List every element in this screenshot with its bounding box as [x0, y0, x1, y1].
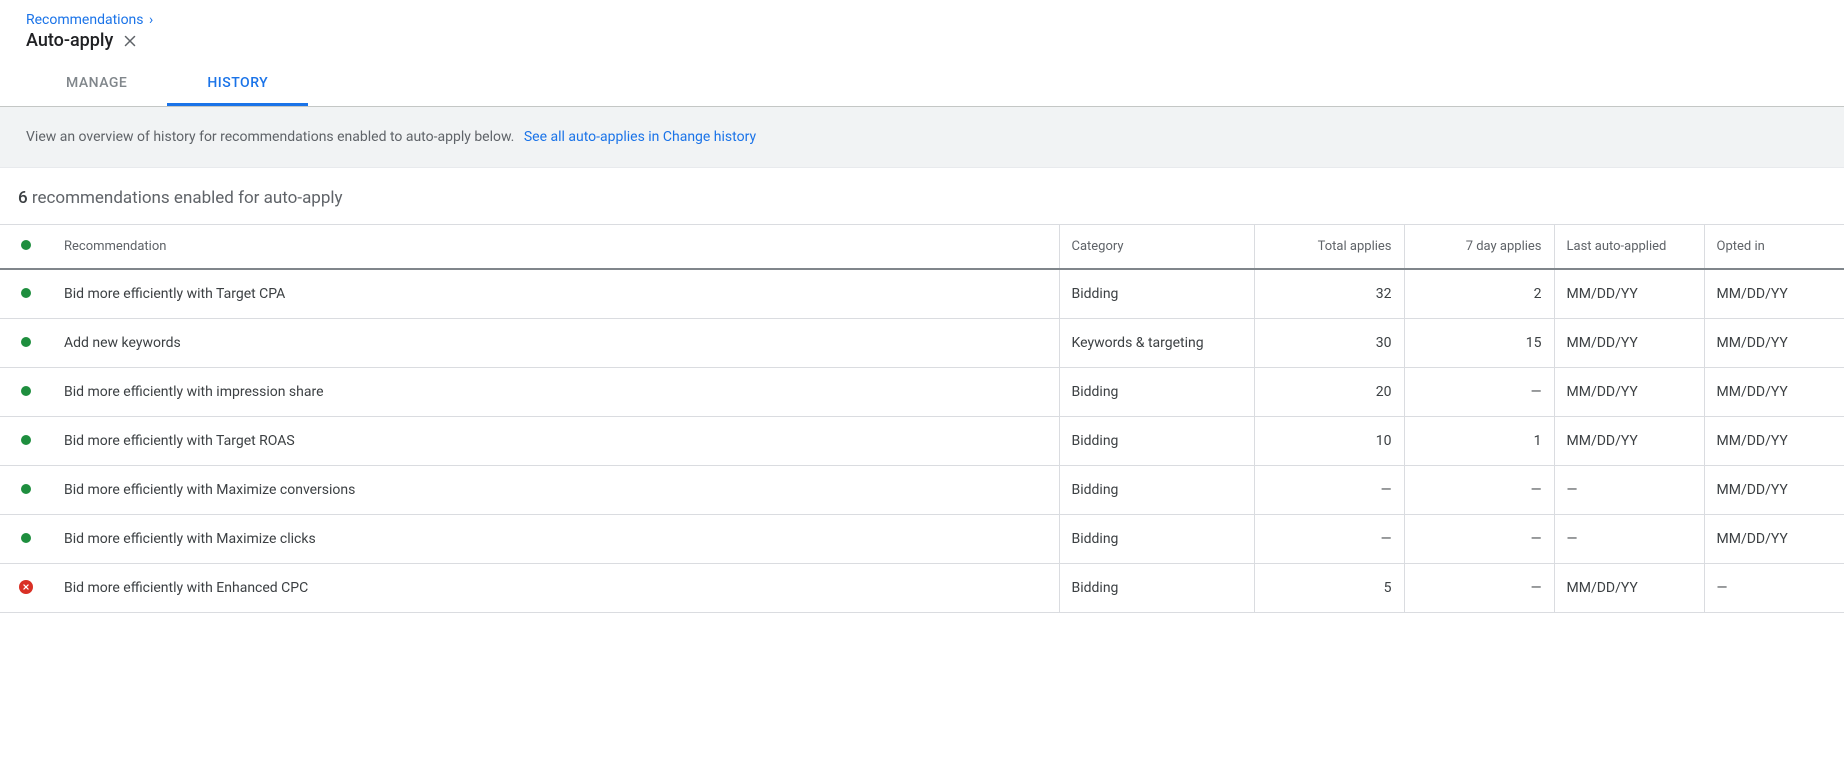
status-enabled-icon [21, 435, 31, 445]
cell-category: Bidding [1059, 417, 1254, 466]
chevron-right-icon: › [147, 12, 155, 28]
cell-last-applied: — [1554, 466, 1704, 515]
cell-opted-in: MM/DD/YY [1704, 515, 1844, 564]
cell-total-applies: 10 [1254, 417, 1404, 466]
cell-recommendation: Bid more efficiently with Maximize conve… [52, 466, 1059, 515]
table-row: Bid more efficiently with Target ROASBid… [0, 417, 1844, 466]
cell-total-applies: 5 [1254, 564, 1404, 613]
table-row: Bid more efficiently with Maximize click… [0, 515, 1844, 564]
cell-recommendation: Bid more efficiently with Maximize click… [52, 515, 1059, 564]
cell-recommendation: Bid more efficiently with Target CPA [52, 269, 1059, 319]
breadcrumb: Recommendations › [0, 0, 1844, 28]
cell-last-applied: MM/DD/YY [1554, 269, 1704, 319]
cell-7day-applies: — [1404, 368, 1554, 417]
col-last-applied[interactable]: Last auto-applied [1554, 225, 1704, 270]
cell-last-applied: MM/DD/YY [1554, 319, 1704, 368]
cell-total-applies: — [1254, 515, 1404, 564]
col-status[interactable] [0, 225, 52, 270]
status-enabled-icon [21, 484, 31, 494]
table-row: Bid more efficiently with Maximize conve… [0, 466, 1844, 515]
tab-manage[interactable]: Manage [26, 61, 167, 106]
cell-opted-in: MM/DD/YY [1704, 319, 1844, 368]
cell-status [0, 466, 52, 515]
summary-line: 6 recommendations enabled for auto-apply [0, 168, 1844, 224]
table-row: Add new keywordsKeywords & targeting3015… [0, 319, 1844, 368]
cell-opted-in: MM/DD/YY [1704, 368, 1844, 417]
cell-status [0, 269, 52, 319]
close-icon[interactable] [121, 32, 139, 50]
col-7day-applies[interactable]: 7 day applies [1404, 225, 1554, 270]
status-enabled-icon [21, 533, 31, 543]
cell-last-applied: MM/DD/YY [1554, 368, 1704, 417]
cell-7day-applies: 2 [1404, 269, 1554, 319]
table-row: Bid more efficiently with Enhanced CPCBi… [0, 564, 1844, 613]
cell-7day-applies: — [1404, 466, 1554, 515]
cell-status [0, 319, 52, 368]
cell-7day-applies: — [1404, 515, 1554, 564]
page-title: Auto-apply [26, 30, 113, 51]
summary-suffix: recommendations enabled for auto-apply [28, 188, 343, 208]
status-enabled-icon [21, 386, 31, 396]
cell-total-applies: 30 [1254, 319, 1404, 368]
cell-recommendation: Add new keywords [52, 319, 1059, 368]
cell-status [0, 515, 52, 564]
col-opted-in[interactable]: Opted in [1704, 225, 1844, 270]
cell-recommendation: Bid more efficiently with impression sha… [52, 368, 1059, 417]
cell-opted-in: MM/DD/YY [1704, 269, 1844, 319]
breadcrumb-parent-link[interactable]: Recommendations [26, 12, 144, 28]
cell-last-applied: MM/DD/YY [1554, 564, 1704, 613]
table-row: Bid more efficiently with Target CPABidd… [0, 269, 1844, 319]
cell-opted-in: MM/DD/YY [1704, 466, 1844, 515]
cell-last-applied: MM/DD/YY [1554, 417, 1704, 466]
status-enabled-icon [21, 337, 31, 347]
cell-category: Bidding [1059, 269, 1254, 319]
col-total-applies[interactable]: Total applies [1254, 225, 1404, 270]
col-category[interactable]: Category [1059, 225, 1254, 270]
status-enabled-icon [21, 288, 31, 298]
cell-status [0, 417, 52, 466]
cell-category: Bidding [1059, 564, 1254, 613]
cell-category: Keywords & targeting [1059, 319, 1254, 368]
cell-recommendation: Bid more efficiently with Enhanced CPC [52, 564, 1059, 613]
banner-text: View an overview of history for recommen… [26, 129, 514, 145]
cell-7day-applies: — [1404, 564, 1554, 613]
cell-recommendation: Bid more efficiently with Target ROAS [52, 417, 1059, 466]
cell-last-applied: — [1554, 515, 1704, 564]
status-dot-icon [21, 240, 31, 250]
cell-opted-in: MM/DD/YY [1704, 417, 1844, 466]
status-disabled-icon [19, 580, 33, 594]
cell-category: Bidding [1059, 368, 1254, 417]
cell-total-applies: — [1254, 466, 1404, 515]
table-header-row: Recommendation Category Total applies 7 … [0, 225, 1844, 270]
info-banner: View an overview of history for recommen… [0, 107, 1844, 168]
cell-status [0, 368, 52, 417]
cell-7day-applies: 15 [1404, 319, 1554, 368]
cell-category: Bidding [1059, 515, 1254, 564]
cell-status [0, 564, 52, 613]
tab-bar: Manage History [0, 61, 1844, 107]
cell-7day-applies: 1 [1404, 417, 1554, 466]
cell-opted-in: — [1704, 564, 1844, 613]
cell-total-applies: 20 [1254, 368, 1404, 417]
summary-count: 6 [18, 188, 28, 208]
table-row: Bid more efficiently with impression sha… [0, 368, 1844, 417]
history-table: Recommendation Category Total applies 7 … [0, 224, 1844, 613]
tab-history[interactable]: History [167, 61, 308, 106]
cell-category: Bidding [1059, 466, 1254, 515]
col-recommendation[interactable]: Recommendation [52, 225, 1059, 270]
cell-total-applies: 32 [1254, 269, 1404, 319]
banner-link[interactable]: See all auto-applies in Change history [524, 129, 756, 145]
